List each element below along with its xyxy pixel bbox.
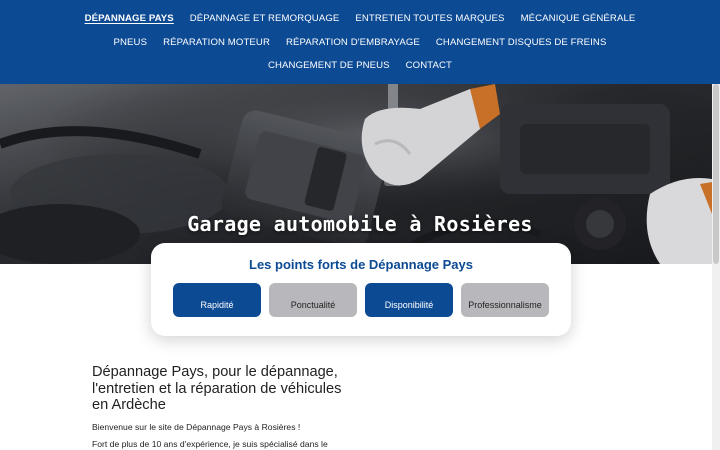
intro-section: Dépannage Pays, pour le dépannage, l'ent… <box>92 364 342 450</box>
strength-disponibilite-button[interactable]: Disponibilité <box>365 283 453 317</box>
nav-item-depannage-pays[interactable]: Dépannage Pays <box>77 12 182 26</box>
main-nav-row-3: Changement de pneus Contact <box>0 59 720 73</box>
nav-item-changement-pneus[interactable]: Changement de pneus <box>260 59 398 73</box>
intro-experience-text: Fort de plus de 10 ans d'expérience, je … <box>92 439 328 449</box>
nav-item-entretien[interactable]: Entretien toutes marques <box>347 12 512 26</box>
nav-item-disques-freins[interactable]: Changement disques de freins <box>428 36 615 50</box>
strength-professionnalisme-button[interactable]: Professionnalisme <box>461 283 549 317</box>
scrollbar-thumb[interactable] <box>713 84 719 264</box>
nav-item-contact[interactable]: Contact <box>398 59 460 73</box>
site-header: Dépannage Pays Dépannage et remorquage E… <box>0 0 720 84</box>
intro-welcome-text: Bienvenue sur le site de Dépannage Pays … <box>92 421 301 432</box>
hero-title: Garage automobile à Rosières <box>187 212 533 236</box>
hero-engine-image <box>0 84 712 264</box>
nav-item-mecanique[interactable]: Mécanique générale <box>513 12 644 26</box>
strength-ponctualite-button[interactable]: Ponctualité <box>269 283 357 317</box>
intro-heading: Dépannage Pays, pour le dépannage, l'ent… <box>92 364 342 413</box>
main-nav-row-1: Dépannage Pays Dépannage et remorquage E… <box>0 12 720 26</box>
nav-item-reparation-moteur[interactable]: Réparation moteur <box>155 36 278 50</box>
strengths-card: Les points forts de Dépannage Pays Rapid… <box>151 243 571 336</box>
strength-rapidite-button[interactable]: Rapidité <box>173 283 261 317</box>
hero-banner: Garage automobile à Rosières <box>0 84 712 264</box>
nav-item-pneus[interactable]: Pneus <box>106 36 156 50</box>
strengths-title: Les points forts de Dépannage Pays <box>249 257 473 272</box>
page-scrollbar[interactable] <box>712 84 720 450</box>
nav-item-depannage-remorquage[interactable]: Dépannage et remorquage <box>182 12 348 26</box>
main-nav-row-2: Pneus Réparation moteur Réparation d'emb… <box>0 36 720 50</box>
nav-item-reparation-embrayage[interactable]: Réparation d'embrayage <box>278 36 428 50</box>
